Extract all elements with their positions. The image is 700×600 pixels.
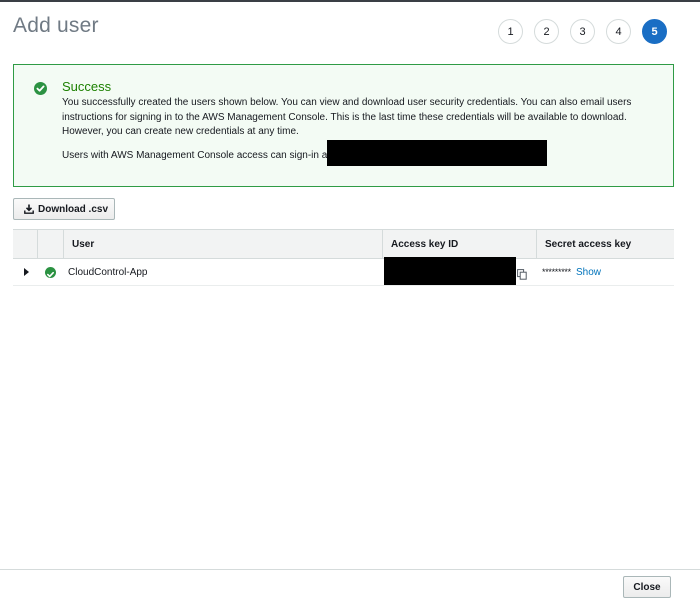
access-key-column-header[interactable]: Access key ID: [382, 230, 536, 259]
step-1[interactable]: 1: [498, 19, 523, 44]
alert-title: Success: [62, 79, 112, 94]
table-row: CloudControl-App ********* Show: [13, 257, 674, 286]
secret-key-column-header[interactable]: Secret access key: [536, 230, 674, 259]
expand-row-caret-icon[interactable]: [24, 268, 29, 276]
wizard-steps: 1 2 3 4 5: [498, 19, 678, 44]
redacted-signin-url: [327, 140, 547, 166]
user-name-cell: CloudControl-App: [68, 266, 148, 278]
check-circle-icon: [34, 82, 47, 95]
status-column-header: [37, 230, 63, 259]
success-alert: Success You successfully created the use…: [13, 64, 674, 187]
step-2[interactable]: 2: [534, 19, 559, 44]
footer-divider: [0, 569, 700, 570]
download-csv-button[interactable]: Download .csv: [13, 198, 115, 220]
secret-key-mask: *********: [542, 267, 571, 277]
users-table: User Access key ID Secret access key Clo…: [13, 229, 674, 286]
row-status-success-icon: [45, 267, 56, 278]
alert-body: You successfully created the users shown…: [62, 97, 632, 137]
step-3[interactable]: 3: [570, 19, 595, 44]
step-4[interactable]: 4: [606, 19, 631, 44]
copy-icon[interactable]: [517, 267, 527, 285]
step-5-active[interactable]: 5: [642, 19, 667, 44]
download-label: Download .csv: [38, 203, 109, 215]
download-icon: [24, 204, 34, 214]
signin-text: Users with AWS Management Console access…: [62, 150, 333, 161]
close-button[interactable]: Close: [623, 576, 671, 598]
window-top-border: [0, 0, 700, 2]
user-column-header[interactable]: User: [63, 230, 382, 259]
table-header: User Access key ID Secret access key: [13, 229, 674, 259]
show-secret-link[interactable]: Show: [576, 259, 601, 285]
redacted-access-key: [384, 257, 516, 285]
page-title: Add user: [13, 14, 99, 37]
